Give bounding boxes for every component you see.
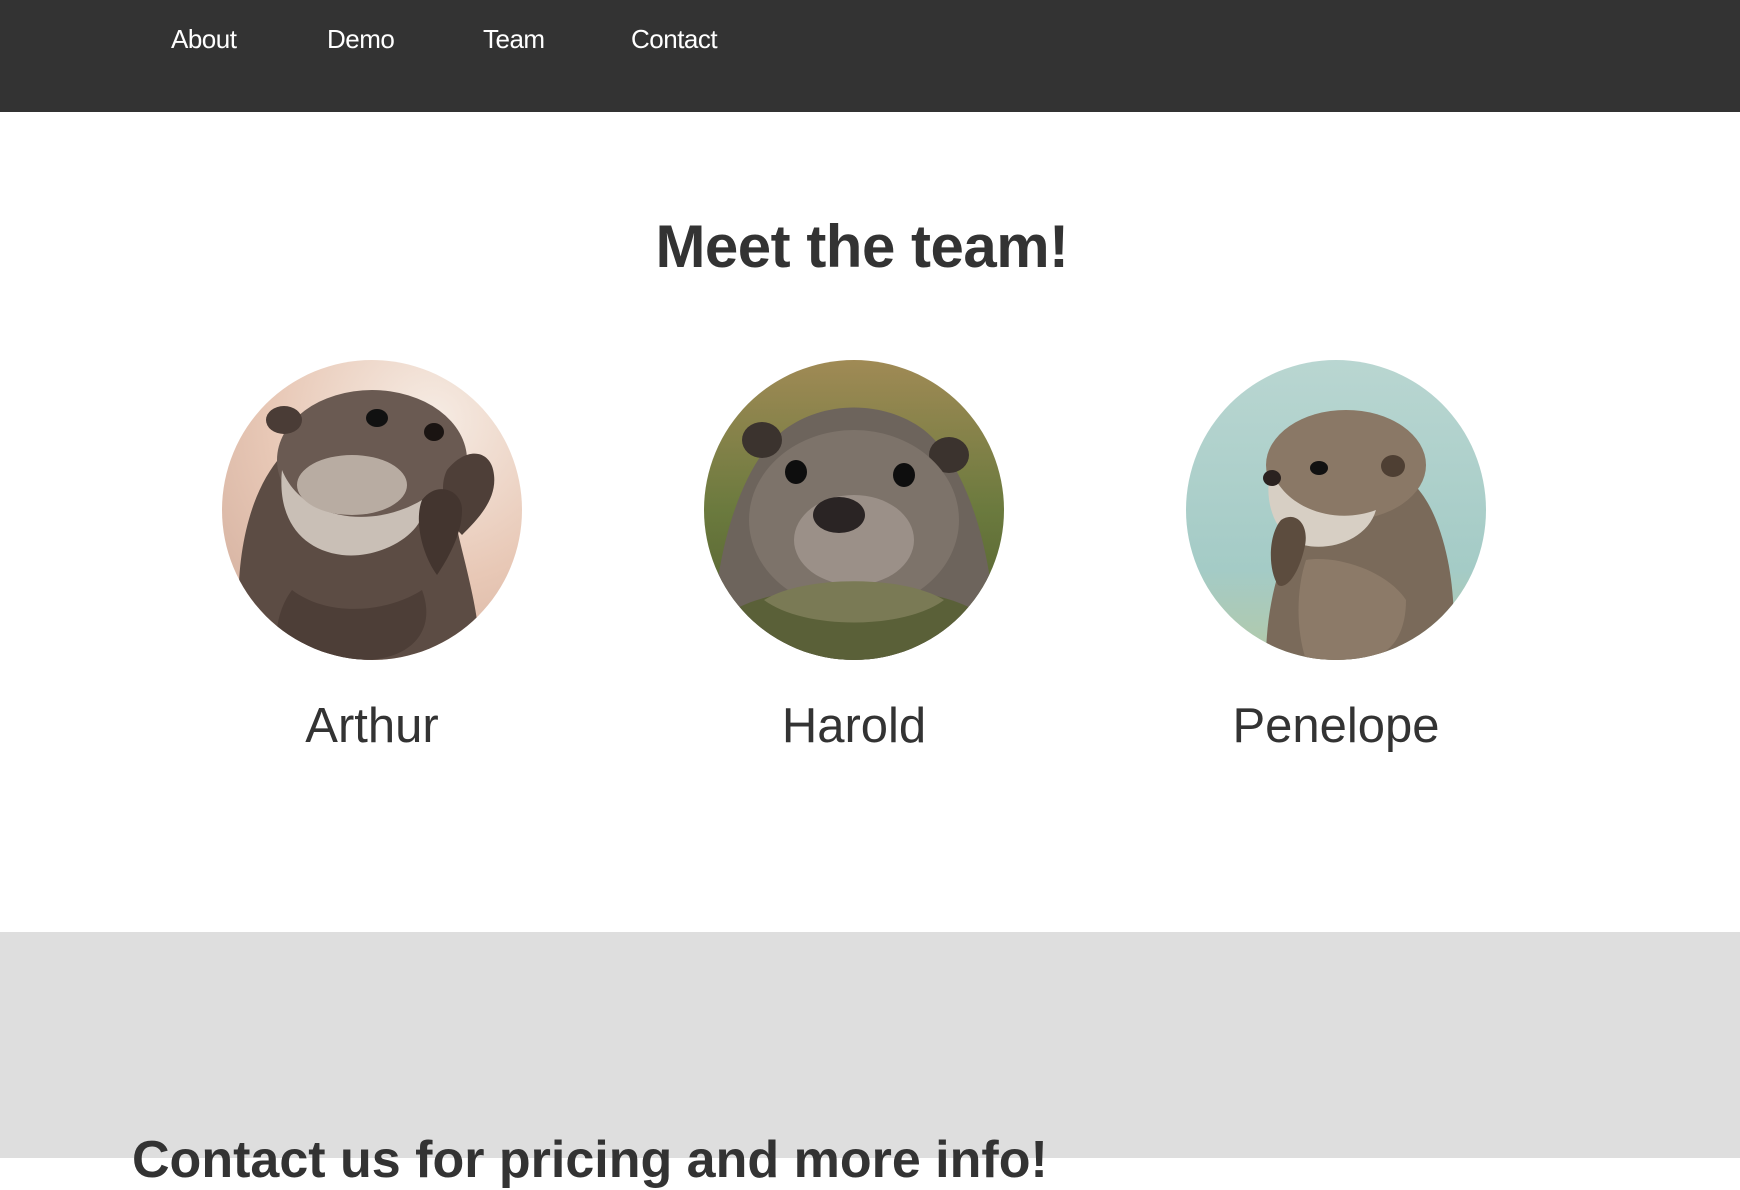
- team-member-penelope: Penelope: [1186, 360, 1486, 754]
- team-member-harold: Harold: [704, 360, 1004, 754]
- otter-photo-clapping: [222, 360, 522, 660]
- member-name: Arthur: [305, 699, 439, 753]
- team-member-arthur: Arthur: [222, 360, 522, 754]
- member-name: Penelope: [1232, 699, 1440, 753]
- nav-link-team[interactable]: Team: [483, 24, 545, 55]
- contact-section: Contact us for pricing and more info!: [0, 932, 1740, 1189]
- otter-photo-thinking: [1186, 360, 1486, 660]
- avatar-penelope: [1186, 360, 1486, 660]
- contact-heading: Contact us for pricing and more info!: [132, 1131, 1048, 1189]
- avatar-harold: [704, 360, 1004, 660]
- avatar-arthur: [222, 360, 522, 660]
- team-section: Meet the team! Arthur Harold Penelope: [0, 112, 1740, 932]
- otter-photo-face-front: [704, 360, 1004, 660]
- top-navbar: About Demo Team Contact: [0, 0, 1740, 112]
- nav-link-demo[interactable]: Demo: [327, 24, 395, 55]
- nav-link-contact[interactable]: Contact: [631, 24, 718, 55]
- nav-link-about[interactable]: About: [171, 24, 237, 55]
- team-heading: Meet the team!: [655, 213, 1069, 280]
- member-name: Harold: [781, 699, 927, 753]
